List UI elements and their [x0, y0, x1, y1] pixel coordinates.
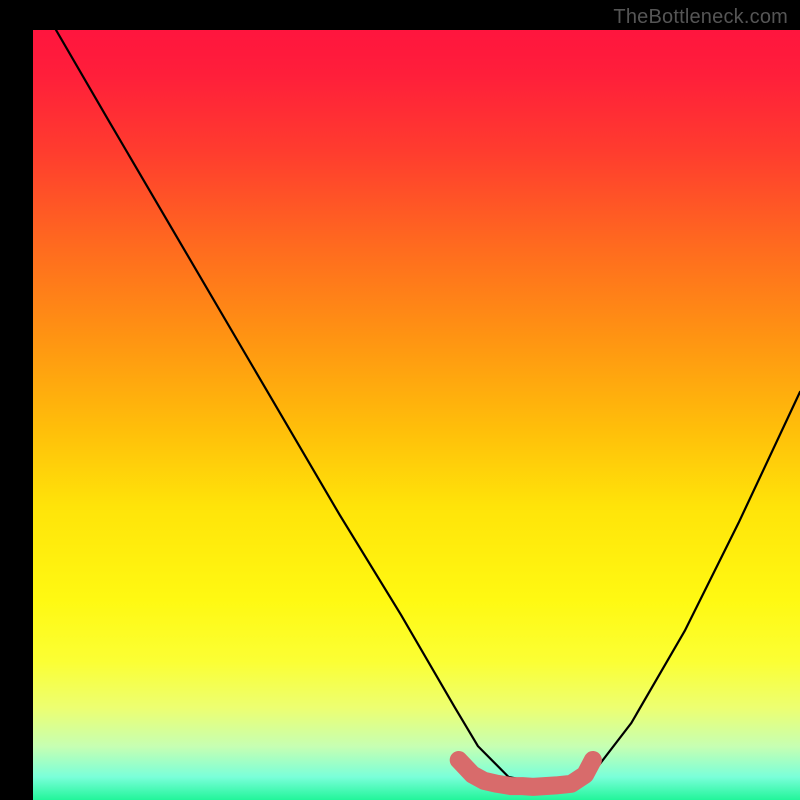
chart-canvas: TheBottleneck.com: [0, 0, 800, 800]
bottleneck-curve: [56, 30, 800, 785]
plot-overlay: [33, 30, 800, 800]
optimal-range-marker: [459, 760, 593, 787]
watermark-text: TheBottleneck.com: [613, 6, 788, 29]
